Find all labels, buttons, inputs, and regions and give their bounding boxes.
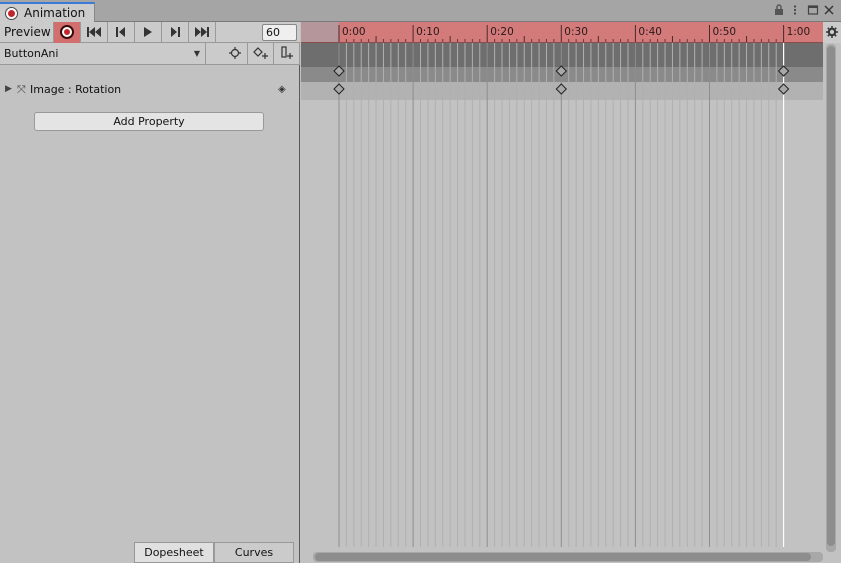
record-icon [60, 25, 74, 39]
clip-name: ButtonAni [4, 47, 59, 60]
tab-bar: Animation [0, 0, 841, 22]
frame-field[interactable] [262, 24, 297, 41]
first-key-button[interactable] [81, 22, 108, 43]
dopesheet-panel[interactable]: 0:00 0:10 0:20 0:30 0:40 0:50 1:00 [301, 22, 841, 563]
prev-key-button[interactable] [108, 22, 135, 43]
tab-animation[interactable]: Animation [0, 2, 95, 22]
more-icon[interactable] [788, 4, 802, 18]
close-icon[interactable] [822, 4, 836, 18]
record-dot-icon [5, 7, 18, 20]
play-button[interactable] [135, 22, 162, 43]
chevron-down-icon: ▼ [193, 49, 200, 58]
tab-dopesheet[interactable]: Dopesheet [134, 542, 214, 563]
lock-icon[interactable] [772, 4, 786, 18]
prev-key-icon [116, 27, 125, 37]
preview-button[interactable]: Preview [0, 22, 54, 43]
property-keyframe[interactable] [333, 83, 345, 95]
next-key-icon [171, 27, 180, 37]
view-mode-tabs: Dopesheet Curves [134, 542, 300, 563]
property-row[interactable]: ▶ ⤧ Image : Rotation ◈ [0, 81, 300, 101]
vertical-scrollbar-thumb[interactable] [827, 46, 835, 546]
clip-bar: ButtonAni ▼ [0, 43, 300, 65]
filter-by-selection-icon [228, 47, 241, 59]
property-keyframe[interactable] [777, 83, 790, 95]
first-key-icon [87, 27, 101, 37]
play-icon [144, 27, 152, 37]
horizontal-scrollbar-thumb[interactable] [315, 553, 811, 561]
summary-keyframe[interactable] [333, 65, 345, 77]
ruler-label: 0:00 [342, 26, 366, 38]
animation-window: Animation Preview 60 ButtonAni ▼ ▶ ⤧ Ima… [0, 0, 841, 563]
rect-transform-icon: ⤧ [17, 83, 26, 96]
playback-toolbar: Preview [0, 22, 300, 43]
last-key-icon [195, 27, 209, 37]
clip-dropdown[interactable]: ButtonAni ▼ [0, 43, 206, 64]
ruler-label: 0:50 [713, 26, 737, 38]
add-event-icon [280, 46, 293, 59]
hierarchy-panel: Preview ButtonAni ▼ [0, 22, 300, 563]
property-keyframe[interactable] [555, 83, 568, 95]
vertical-scrollbar[interactable] [826, 44, 836, 552]
ruler-label: 1:00 [787, 26, 811, 38]
time-ruler[interactable]: 0:00 0:10 0:20 0:30 0:40 0:50 1:00 [301, 22, 823, 43]
ruler-label: 0:40 [638, 26, 662, 38]
add-keyframe-button[interactable] [248, 43, 274, 64]
expand-arrow-icon[interactable]: ▶ [5, 84, 12, 94]
tab-title: Animation [24, 6, 86, 20]
last-key-button[interactable] [189, 22, 216, 43]
add-event-button[interactable] [274, 43, 300, 64]
filter-by-selection-button[interactable] [222, 43, 248, 64]
dopesheet-grid [333, 43, 790, 547]
gear-icon[interactable] [823, 22, 841, 43]
add-keyframe-icon [252, 47, 268, 59]
summary-keyframe[interactable] [555, 65, 568, 77]
ruler-label: 0:20 [490, 26, 514, 38]
ruler-label: 0:10 [416, 26, 440, 38]
maximize-icon[interactable] [806, 4, 820, 18]
add-property-button[interactable]: Add Property [34, 112, 264, 131]
keyframe-diamond-icon[interactable]: ◈ [278, 84, 286, 95]
record-button[interactable] [54, 22, 81, 43]
ruler-ticks: 0:00 0:10 0:20 0:30 0:40 0:50 1:00 [338, 25, 811, 42]
tab-curves[interactable]: Curves [214, 542, 294, 563]
summary-keyframe[interactable] [777, 65, 790, 77]
next-key-button[interactable] [162, 22, 189, 43]
ruler-label: 0:30 [564, 26, 588, 38]
horizontal-scrollbar[interactable] [313, 552, 823, 562]
property-label: Image : Rotation [30, 83, 122, 96]
